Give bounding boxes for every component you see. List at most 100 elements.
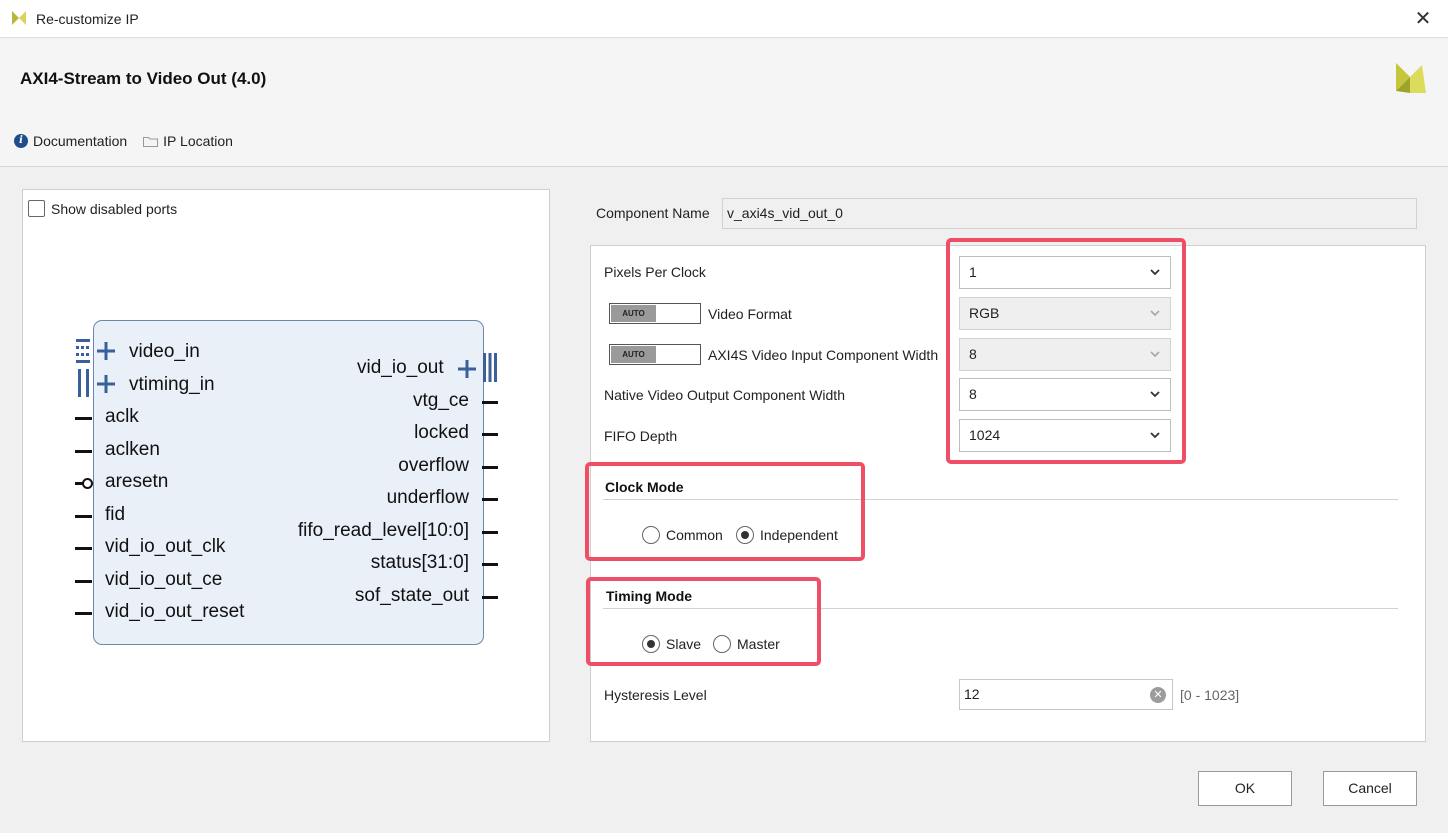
pin-line	[75, 417, 92, 420]
axi4s-width-value: 8	[969, 346, 977, 362]
pin-line	[482, 498, 498, 501]
pin-line	[482, 596, 498, 599]
show-disabled-ports-label: Show disabled ports	[51, 200, 178, 217]
ip-symbol-panel: Show disabled ports video_in vtiming_in …	[22, 189, 550, 742]
pin-line	[75, 612, 92, 615]
port-sof-state-out: sof_state_out	[354, 585, 469, 606]
port-aclk: aclk	[105, 406, 139, 427]
documentation-link[interactable]: i Documentation	[14, 133, 127, 149]
vivado-logo-icon	[12, 11, 26, 25]
native-width-value: 8	[969, 386, 977, 402]
chevron-down-icon	[1150, 391, 1160, 398]
port-locked: locked	[414, 422, 469, 443]
clear-icon[interactable]: ✕	[1150, 687, 1166, 703]
port-overflow: overflow	[398, 455, 469, 476]
video-format-label: Video Format	[708, 306, 792, 322]
video-format-select[interactable]: RGB	[959, 297, 1171, 330]
clock-mode-common-label: Common	[666, 527, 723, 543]
chevron-down-icon	[1150, 351, 1160, 358]
radio-button[interactable]	[642, 526, 660, 544]
fifo-depth-value: 1024	[969, 427, 1001, 443]
pin-line	[482, 563, 498, 566]
port-video-in: video_in	[129, 341, 200, 362]
native-width-label: Native Video Output Component Width	[604, 387, 845, 403]
component-name-label: Component Name	[596, 205, 710, 221]
pixels-per-clock-select[interactable]: 1	[959, 256, 1171, 289]
radio-button[interactable]	[713, 635, 731, 653]
xilinx-brand-icon	[1396, 63, 1426, 93]
chevron-down-icon	[1150, 432, 1160, 439]
pin-line	[75, 515, 92, 518]
configuration-area: Component Name v_axi4s_vid_out_0 Pixels …	[588, 189, 1428, 745]
timing-mode-slave-option[interactable]: Slave	[642, 635, 701, 653]
hysteresis-range: [0 - 1023]	[1180, 687, 1240, 703]
ip-header: AXI4-Stream to Video Out (4.0) i Documen…	[0, 39, 1448, 167]
timing-mode-slave-label: Slave	[666, 636, 702, 652]
section-divider	[603, 608, 1398, 609]
title-bar: Re-customize IP ✕	[0, 0, 1448, 38]
video-format-value: RGB	[969, 305, 1000, 321]
port-underflow: underflow	[386, 487, 469, 508]
documentation-label: Documentation	[33, 133, 128, 149]
auto-toggle-knob: AUTO	[611, 346, 656, 363]
timing-mode-title: Timing Mode	[606, 588, 693, 604]
show-disabled-ports-checkbox[interactable]	[28, 200, 45, 217]
bus-interface-icon	[76, 339, 90, 363]
port-vid-io-out-clk: vid_io_out_clk	[105, 536, 226, 557]
bus-interface-icon	[483, 353, 497, 382]
timing-mode-master-option[interactable]: Master	[713, 635, 780, 653]
clock-mode-common-option[interactable]: Common	[642, 526, 723, 544]
section-divider	[603, 499, 1398, 500]
pin-line	[482, 466, 498, 469]
clock-mode-independent-option[interactable]: Independent	[736, 526, 838, 544]
video-format-auto-toggle[interactable]: AUTO	[609, 303, 701, 324]
port-vtiming-in: vtiming_in	[129, 374, 215, 395]
clock-mode-independent-label: Independent	[760, 527, 838, 543]
hysteresis-value: 12	[964, 686, 980, 702]
chevron-down-icon	[1150, 310, 1160, 317]
port-vid-io-out-ce: vid_io_out_ce	[105, 569, 223, 590]
port-fid: fid	[105, 504, 126, 525]
expand-plus-icon[interactable]	[458, 360, 476, 378]
chevron-down-icon	[1150, 269, 1160, 276]
ip-title: AXI4-Stream to Video Out (4.0)	[20, 69, 267, 88]
folder-icon	[143, 136, 159, 147]
auto-toggle-knob: AUTO	[611, 305, 656, 322]
close-icon[interactable]: ✕	[1412, 8, 1434, 30]
native-width-select[interactable]: 8	[959, 378, 1171, 411]
ip-location-link[interactable]: IP Location	[143, 133, 233, 149]
pixels-per-clock-label: Pixels Per Clock	[604, 264, 706, 280]
bus-interface-icon	[78, 369, 89, 397]
active-low-bubble-icon	[82, 478, 93, 489]
fifo-depth-select[interactable]: 1024	[959, 419, 1171, 452]
pin-line	[75, 580, 92, 583]
pin-line	[482, 531, 498, 534]
window-title: Re-customize IP	[36, 11, 139, 27]
pin-line	[75, 547, 92, 550]
expand-plus-icon[interactable]	[97, 342, 115, 360]
axi4s-width-select[interactable]: 8	[959, 338, 1171, 371]
expand-plus-icon[interactable]	[97, 375, 115, 393]
axi4s-width-label: AXI4S Video Input Component Width	[708, 347, 939, 363]
port-status: status[31:0]	[370, 552, 469, 573]
port-vid-io-out-reset: vid_io_out_reset	[105, 601, 245, 622]
timing-mode-master-label: Master	[737, 636, 780, 652]
hysteresis-input[interactable]: 12 ✕	[959, 679, 1173, 710]
pixels-per-clock-value: 1	[969, 264, 977, 280]
show-disabled-ports-option[interactable]: Show disabled ports	[28, 200, 177, 217]
component-name-field[interactable]: v_axi4s_vid_out_0	[722, 198, 1417, 229]
port-aresetn: aresetn	[105, 471, 169, 492]
fifo-depth-label: FIFO Depth	[604, 428, 678, 444]
pin-line	[75, 450, 92, 453]
ok-button[interactable]: OK	[1198, 771, 1292, 806]
port-aclken: aclken	[105, 439, 160, 460]
clock-mode-title: Clock Mode	[605, 479, 684, 495]
radio-button-selected[interactable]	[736, 526, 754, 544]
pin-line	[482, 433, 498, 436]
cancel-button[interactable]: Cancel	[1323, 771, 1417, 806]
axi4s-width-auto-toggle[interactable]: AUTO	[609, 344, 701, 365]
port-fifo-read-level: fifo_read_level[10:0]	[297, 520, 469, 541]
port-vtg-ce: vtg_ce	[413, 390, 469, 411]
pin-line	[482, 401, 498, 404]
radio-button-selected[interactable]	[642, 635, 660, 653]
